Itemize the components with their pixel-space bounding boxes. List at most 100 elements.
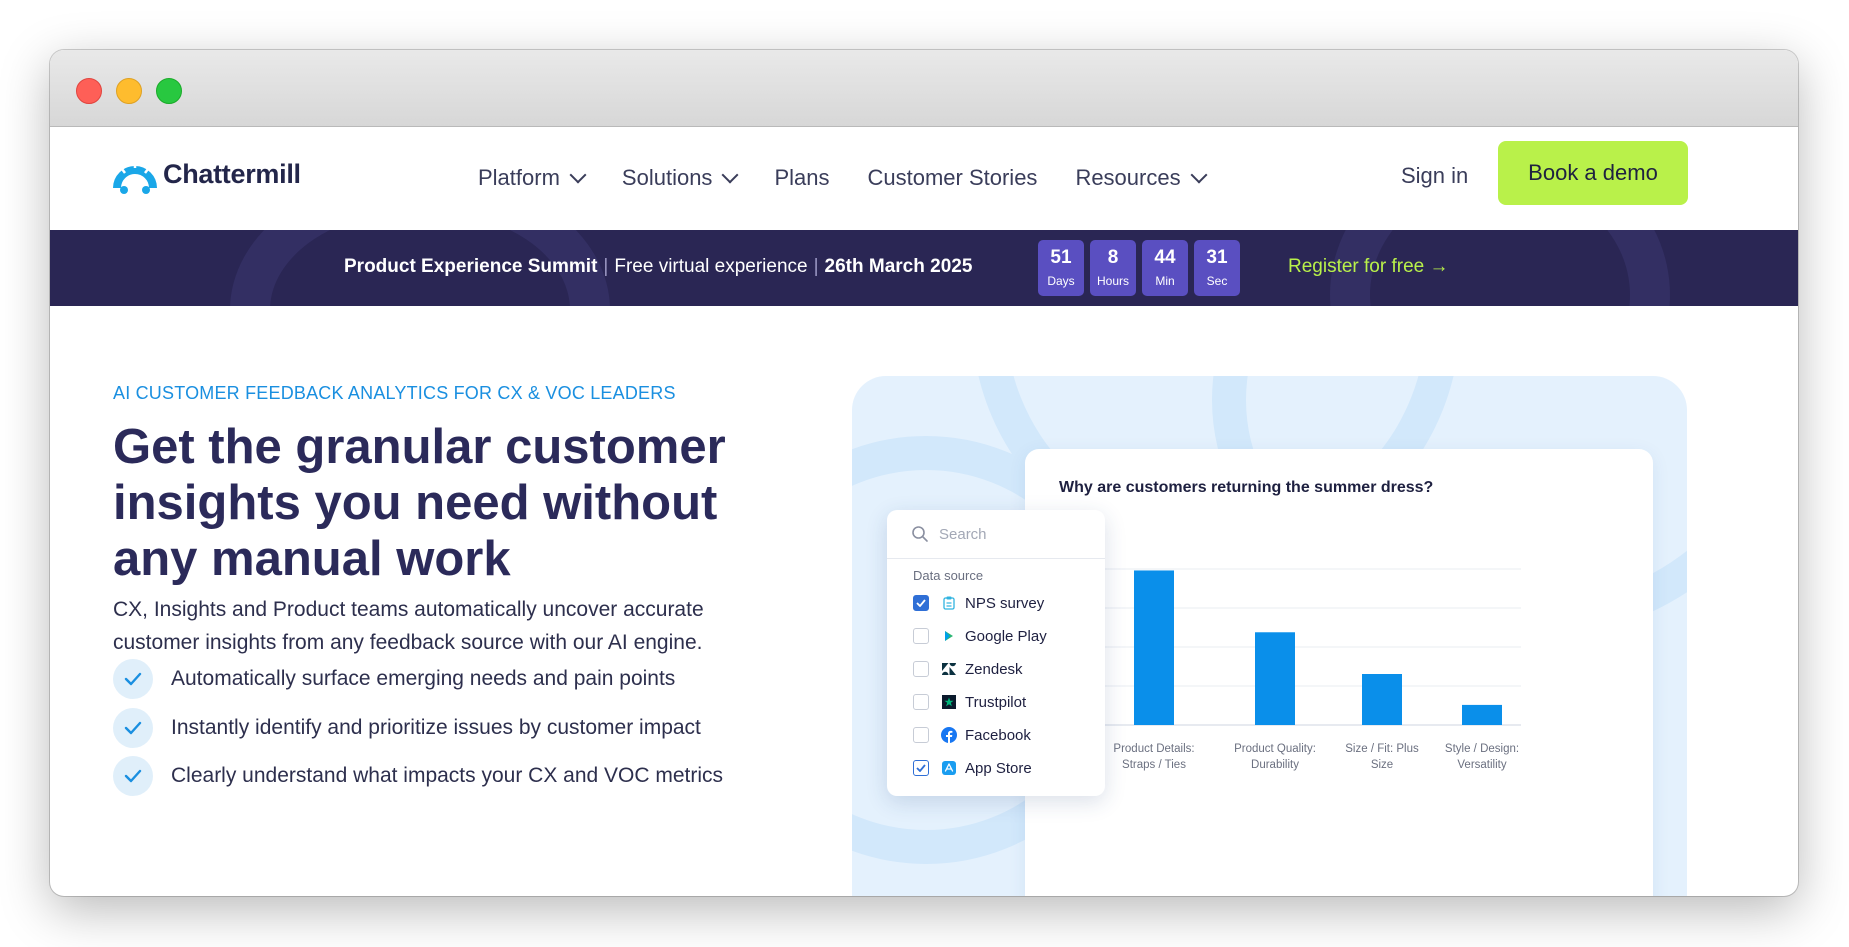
event-date: 26th March 2025 — [824, 256, 973, 277]
checkmark-icon — [113, 756, 153, 796]
countdown-days: 51 Days — [1038, 240, 1084, 296]
facebook-icon — [941, 727, 957, 743]
checkbox-unchecked[interactable] — [913, 661, 929, 677]
chattermill-logo-icon — [113, 158, 157, 194]
browser-window: Chattermill Platform Solutions Plans Cus… — [50, 50, 1798, 896]
countdown-unit: Hours — [1096, 274, 1129, 288]
bar-chart: Product Details: Straps / Ties Product Qua… — [1095, 568, 1521, 771]
logo-text: Chattermill — [163, 158, 301, 189]
chart-category-label: Straps / Ties — [1122, 759, 1186, 771]
countdown-value: 8 — [1107, 247, 1119, 268]
countdown-timer: 51 Days 8 Hours 44 Min 31 Sec — [1038, 240, 1240, 296]
benefit-item: Clearly understand what impacts your CX … — [113, 756, 723, 796]
banner-text: Product Experience Summit | Free virtual e… — [344, 256, 972, 278]
chart-category-label: Durability — [1251, 759, 1299, 771]
source-label: Facebook — [965, 726, 1031, 744]
nav-platform-label: Platform — [478, 165, 560, 190]
chevron-down-icon — [1190, 166, 1208, 184]
site-header: Chattermill Platform Solutions Plans Cus… — [50, 127, 1798, 229]
event-name: Product Experience Summit — [344, 256, 598, 277]
event-description: Free virtual experience — [614, 256, 808, 277]
window-titlebar — [50, 50, 1798, 127]
nav-customer-stories-label: Customer Stories — [867, 165, 1038, 190]
checkbox-checked[interactable] — [913, 595, 929, 611]
search-icon — [912, 526, 928, 542]
chart-category-label: Product Quality: — [1234, 743, 1316, 755]
countdown-unit: Days — [1047, 274, 1075, 288]
benefit-text: Clearly understand what impacts your CX … — [171, 764, 724, 787]
countdown-value: 31 — [1206, 247, 1228, 268]
source-label: App Store — [965, 759, 1032, 777]
chart-bar[interactable] — [1362, 674, 1402, 725]
source-facebook[interactable]: Facebook — [913, 724, 1031, 746]
search-field[interactable]: Search — [887, 510, 1105, 559]
chart-category-label: Product Details: — [1113, 743, 1194, 755]
app-store-icon — [941, 760, 957, 776]
checkbox-checked[interactable] — [913, 760, 929, 776]
search-placeholder: Search — [939, 525, 987, 543]
benefit-text: Instantly identify and prioritize issues… — [171, 716, 701, 739]
chart-category-label: Versatility — [1457, 759, 1506, 771]
nav-plans[interactable]: Plans — [774, 165, 829, 191]
source-nps-survey[interactable]: NPS survey — [913, 592, 1044, 614]
checkmark-icon — [113, 708, 153, 748]
checkbox-unchecked[interactable] — [913, 694, 929, 710]
countdown-unit: Sec — [1206, 274, 1228, 288]
checkbox-unchecked[interactable] — [913, 727, 929, 743]
maximize-window-button[interactable] — [156, 78, 182, 104]
banner-separator: | — [603, 256, 609, 277]
product-visual: Why are customers returning the summer d… — [852, 376, 1687, 896]
zendesk-icon — [941, 661, 957, 677]
sign-in-link[interactable]: Sign in — [1401, 163, 1468, 189]
book-demo-button[interactable]: Book a demo — [1498, 141, 1688, 205]
source-label: Trustpilot — [965, 693, 1027, 711]
countdown-seconds: 31 Sec — [1194, 240, 1240, 296]
nav-plans-label: Plans — [774, 165, 830, 190]
countdown-hours: 8 Hours — [1090, 240, 1136, 296]
hero-headline: Get the granular customer insights you n… — [113, 420, 726, 586]
nav-solutions[interactable]: Solutions — [621, 165, 739, 191]
main-menu: Platform Solutions Plans Customer Storie… — [478, 127, 1208, 229]
data-source-filter: Search Data source NPS survey Google Pla… — [887, 510, 1105, 796]
google-play-icon — [941, 628, 957, 644]
chart-bar[interactable] — [1462, 704, 1502, 725]
logo[interactable]: Chattermill — [113, 154, 301, 194]
register-link[interactable]: Register for free → — [1288, 256, 1449, 278]
chart-bar[interactable] — [1255, 632, 1295, 725]
countdown-unit: Min — [1155, 274, 1175, 288]
clipboard-icon — [941, 595, 957, 611]
source-zendesk[interactable]: Zendesk — [913, 658, 1023, 680]
source-label: Zendesk — [965, 660, 1023, 678]
chevron-down-icon — [721, 166, 739, 184]
chart-card: Why are customers returning the summer d… — [1025, 449, 1653, 896]
chart-category-label: Size / Fit: Plus — [1345, 743, 1419, 755]
hero-eyebrow: AI CUSTOMER FEEDBACK ANALYTICS FOR CX & … — [113, 383, 676, 403]
countdown-value: 44 — [1154, 247, 1176, 268]
nav-customer-stories[interactable]: Customer Stories — [867, 165, 1037, 191]
nav-platform[interactable]: Platform — [478, 165, 587, 191]
benefit-item: Instantly identify and prioritize issues… — [113, 708, 701, 748]
hero-subtext: CX, Insights and Product teams automatic… — [113, 598, 704, 654]
nav-solutions-label: Solutions — [621, 165, 713, 190]
event-banner: Product Experience Summit | Free virtual e… — [50, 230, 1798, 306]
chevron-down-icon — [569, 166, 587, 184]
chart-category-label: Size — [1371, 759, 1393, 771]
benefit-item: Automatically surface emerging needs and… — [113, 659, 675, 699]
source-google-play[interactable]: Google Play — [913, 625, 1047, 647]
countdown-minutes: 44 Min — [1142, 240, 1188, 296]
minimize-window-button[interactable] — [116, 78, 142, 104]
chart-bar[interactable] — [1134, 570, 1174, 725]
source-label: Google Play — [965, 627, 1047, 645]
source-app-store[interactable]: App Store — [913, 757, 1032, 779]
source-trustpilot[interactable]: Trustpilot — [913, 691, 1026, 713]
nav-resources-label: Resources — [1075, 165, 1181, 190]
benefit-text: Automatically surface emerging needs and… — [171, 667, 676, 690]
checkbox-unchecked[interactable] — [913, 628, 929, 644]
source-label: NPS survey — [965, 594, 1045, 612]
close-window-button[interactable] — [76, 78, 102, 104]
data-source-label: Data source — [913, 568, 984, 583]
trustpilot-icon — [941, 694, 957, 710]
nav-resources[interactable]: Resources — [1075, 165, 1208, 191]
chart-category-label: Style / Design: — [1445, 743, 1519, 755]
countdown-value: 51 — [1050, 247, 1072, 268]
